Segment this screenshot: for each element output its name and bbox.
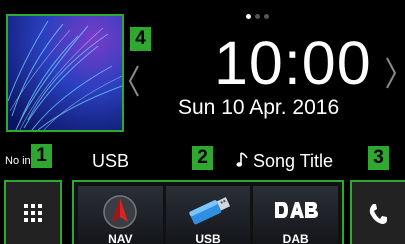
clock-time: 10:00: [214, 29, 372, 97]
shortcut-nav[interactable]: NAV: [78, 186, 163, 244]
clock-date: Sun 10 Apr. 2016: [178, 96, 340, 119]
next-arrow-icon[interactable]: [383, 56, 399, 90]
menu-button[interactable]: [4, 180, 62, 244]
page-dot: [264, 14, 269, 19]
shortcut-usb[interactable]: USB: [165, 186, 251, 244]
shortcut-nav-label: NAV: [108, 232, 133, 244]
shortcut-bar: NAV USB DAB: [72, 180, 344, 244]
navigation-icon: [103, 195, 137, 229]
shortcut-usb-label: USB: [195, 232, 221, 244]
callout-2: 2: [192, 146, 213, 170]
album-art[interactable]: [6, 14, 124, 132]
shortcut-dab-label: DAB: [282, 232, 309, 244]
now-playing-source: USB: [92, 151, 130, 171]
grid-menu-icon: [24, 204, 42, 222]
now-playing-title: Song Title: [253, 151, 334, 171]
phone-icon: [369, 204, 387, 224]
usb-drive-icon: [189, 197, 230, 225]
callout-3: 3: [368, 146, 389, 170]
album-art-image: [8, 16, 122, 130]
music-note-icon: [236, 152, 248, 167]
dab-icon: [275, 202, 319, 218]
previous-arrow-icon[interactable]: [126, 64, 142, 98]
shortcut-dab[interactable]: DAB: [253, 186, 339, 244]
page-dot-active: [246, 14, 251, 19]
callout-1: 1: [31, 144, 52, 168]
page-indicator: [246, 14, 269, 19]
callout-4: 4: [130, 27, 151, 51]
page-dot: [255, 14, 260, 19]
phone-button[interactable]: [350, 180, 405, 244]
